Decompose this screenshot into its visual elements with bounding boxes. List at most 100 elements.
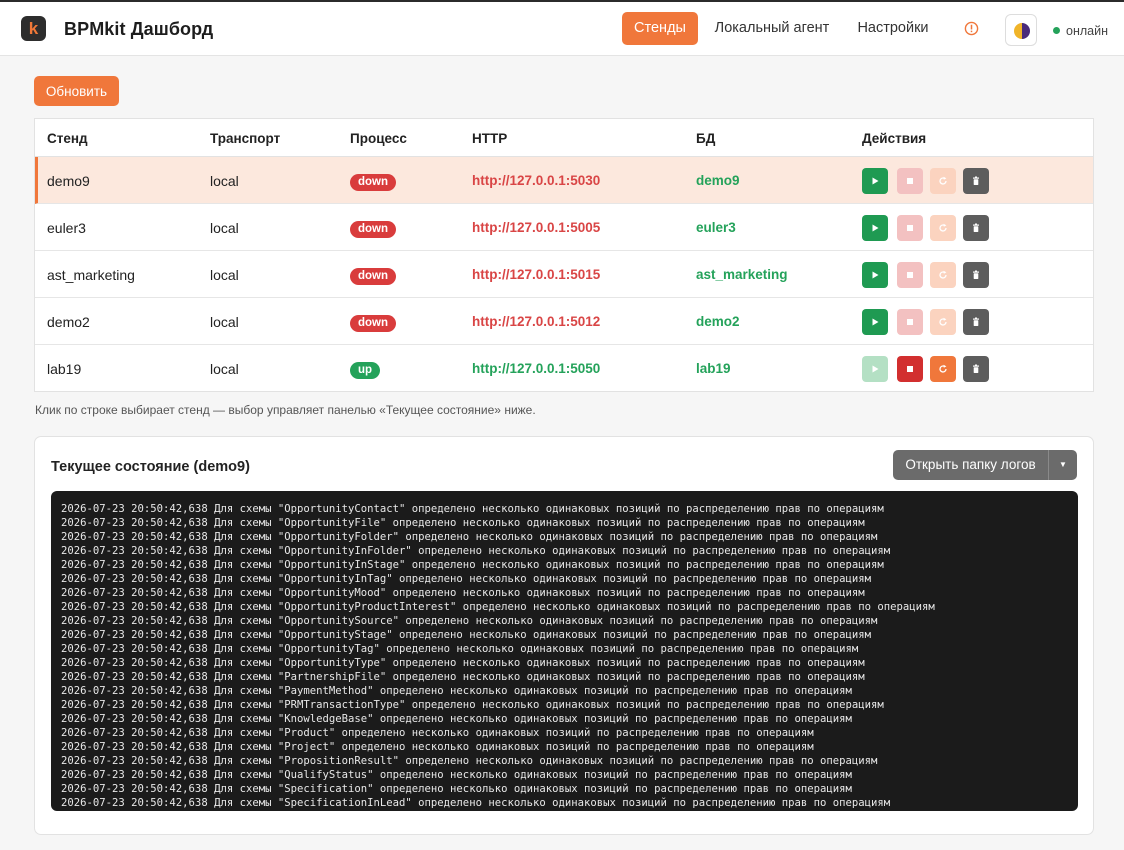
open-logs-split-button: Открыть папку логов ▼ — [893, 450, 1077, 480]
delete-button[interactable] — [963, 262, 989, 288]
stand-name: lab19 — [47, 361, 82, 377]
trash-icon — [973, 176, 979, 185]
stop-button[interactable] — [897, 262, 923, 288]
restart-icon — [939, 223, 947, 232]
start-button[interactable] — [862, 262, 888, 288]
play-icon — [872, 365, 879, 373]
delete-button[interactable] — [963, 356, 989, 382]
process-status-cell: down — [350, 219, 397, 238]
table-row[interactable]: euler3 local down http://127.0.0.1:5005 … — [35, 204, 1093, 251]
restart-icon — [939, 364, 947, 373]
status-badge: down — [350, 268, 397, 285]
table-row[interactable]: demo9 local down http://127.0.0.1:5030 d… — [35, 157, 1093, 204]
trash-icon — [973, 364, 979, 373]
log-line: 2026-07-23 20:50:42,638 Для схемы "Oppor… — [61, 657, 865, 669]
log-line: 2026-07-23 20:50:42,638 Для схемы "Quali… — [61, 769, 852, 781]
restart-button[interactable] — [930, 356, 956, 382]
stand-name: demo9 — [47, 173, 90, 189]
refresh-button[interactable]: Обновить — [34, 76, 119, 106]
start-button[interactable] — [862, 215, 888, 241]
app-title: BPMkit Дашборд — [64, 19, 214, 39]
top-bar: k BPMkit Дашборд Стенды Локальный агент … — [0, 2, 1124, 56]
log-line: 2026-07-23 20:50:42,638 Для схемы "Speci… — [61, 783, 852, 795]
transport: local — [210, 267, 239, 283]
chevron-down-icon[interactable]: ▼ — [1049, 450, 1077, 480]
column-header-process: Процесс — [350, 131, 407, 146]
stop-icon — [907, 178, 913, 184]
theme-toggle-button[interactable] — [1005, 14, 1037, 46]
log-line: 2026-07-23 20:50:42,638 Для схемы "Speci… — [61, 797, 891, 809]
log-line: 2026-07-23 20:50:42,638 Для схемы "Oppor… — [61, 587, 865, 599]
play-icon — [872, 177, 879, 185]
table-row[interactable]: demo2 local down http://127.0.0.1:5012 d… — [35, 298, 1093, 345]
restart-button[interactable] — [930, 168, 956, 194]
stand-name: demo2 — [47, 314, 90, 330]
db-link[interactable]: euler3 — [696, 220, 736, 235]
stop-icon — [907, 319, 913, 325]
stop-button[interactable] — [897, 309, 923, 335]
log-line: 2026-07-23 20:50:42,638 Для схемы "Knowl… — [61, 713, 852, 725]
process-status-cell: down — [350, 313, 397, 332]
db-link[interactable]: demo2 — [696, 314, 740, 329]
table-header: Стенд Транспорт Процесс HTTP БД Действия — [35, 119, 1093, 157]
connection-status: онлайн — [1053, 24, 1108, 38]
status-badge: down — [350, 174, 397, 191]
nav-tab-settings[interactable]: Настройки — [852, 12, 934, 45]
log-line: 2026-07-23 20:50:42,638 Для схемы "Propo… — [61, 755, 878, 767]
log-line: 2026-07-23 20:50:42,638 Для схемы "Oppor… — [61, 615, 878, 627]
stand-name: ast_marketing — [47, 267, 135, 283]
log-line: 2026-07-23 20:50:42,638 Для схемы "Payme… — [61, 685, 852, 697]
restart-button[interactable] — [930, 262, 956, 288]
open-logs-button[interactable]: Открыть папку логов — [893, 450, 1048, 480]
start-button[interactable] — [862, 309, 888, 335]
log-line: 2026-07-23 20:50:42,638 Для схемы "Proje… — [61, 741, 814, 753]
status-dot-icon — [1053, 27, 1060, 34]
table-row[interactable]: lab19 local up http://127.0.0.1:5050 lab… — [35, 345, 1093, 392]
log-line: 2026-07-23 20:50:42,638 Для схемы "Oppor… — [61, 545, 891, 557]
status-badge: up — [350, 362, 381, 379]
db-link[interactable]: ast_marketing — [696, 267, 788, 282]
start-button[interactable] — [862, 356, 888, 382]
transport: local — [210, 173, 239, 189]
process-status-cell: down — [350, 266, 397, 285]
http-link[interactable]: http://127.0.0.1:5005 — [472, 220, 600, 235]
restart-button[interactable] — [930, 215, 956, 241]
http-link[interactable]: http://127.0.0.1:5030 — [472, 173, 600, 188]
stands-table: Стенд Транспорт Процесс HTTP БД Действия… — [34, 118, 1094, 392]
status-label: онлайн — [1066, 24, 1108, 38]
selection-hint: Клик по строке выбирает стенд — выбор уп… — [35, 403, 536, 417]
info-icon[interactable] — [964, 21, 979, 36]
http-link[interactable]: http://127.0.0.1:5050 — [472, 361, 600, 376]
log-console[interactable]: 2026-07-23 20:50:42,638 Для схемы "Oppor… — [51, 491, 1078, 811]
restart-button[interactable] — [930, 309, 956, 335]
db-link[interactable]: lab19 — [696, 361, 731, 376]
play-icon — [872, 224, 879, 232]
start-button[interactable] — [862, 168, 888, 194]
stop-button[interactable] — [897, 168, 923, 194]
status-badge: down — [350, 315, 397, 332]
log-line: 2026-07-23 20:50:42,638 Для схемы "Oppor… — [61, 531, 878, 543]
http-link[interactable]: http://127.0.0.1:5012 — [472, 314, 600, 329]
restart-icon — [939, 270, 947, 279]
stop-icon — [907, 272, 913, 278]
log-line: 2026-07-23 20:50:42,638 Для схемы "PRMTr… — [61, 699, 884, 711]
table-row[interactable]: ast_marketing local down http://127.0.0.… — [35, 251, 1093, 298]
restart-icon — [939, 317, 947, 326]
delete-button[interactable] — [963, 309, 989, 335]
http-link[interactable]: http://127.0.0.1:5015 — [472, 267, 600, 282]
delete-button[interactable] — [963, 215, 989, 241]
log-line: 2026-07-23 20:50:42,638 Для схемы "Oppor… — [61, 573, 872, 585]
process-status-cell: up — [350, 360, 381, 379]
db-link[interactable]: demo9 — [696, 173, 740, 188]
log-line: 2026-07-23 20:50:42,638 Для схемы "Oppor… — [61, 559, 884, 571]
trash-icon — [973, 270, 979, 279]
column-header-db: БД — [696, 131, 716, 146]
log-line: 2026-07-23 20:50:42,638 Для схемы "Produ… — [61, 727, 814, 739]
stop-button[interactable] — [897, 356, 923, 382]
panel-title: Текущее состояние (demo9) — [51, 459, 250, 475]
delete-button[interactable] — [963, 168, 989, 194]
nav-tab-local-agent[interactable]: Локальный агент — [712, 12, 832, 45]
log-line: 2026-07-23 20:50:42,638 Для схемы "Oppor… — [61, 517, 865, 529]
nav-tab-stands[interactable]: Стенды — [622, 12, 698, 45]
stop-button[interactable] — [897, 215, 923, 241]
